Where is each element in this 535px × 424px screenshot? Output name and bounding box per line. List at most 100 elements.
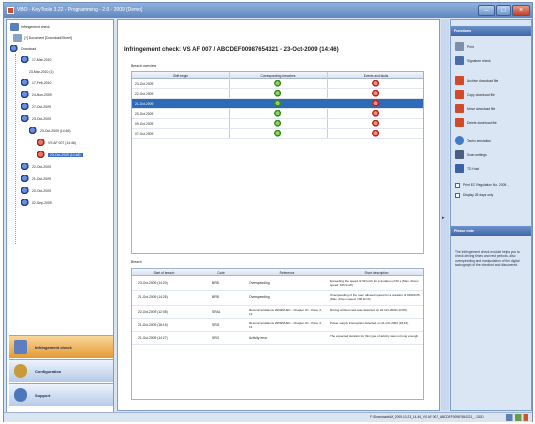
archive-icon (455, 76, 464, 85)
nav-support[interactable]: Support (9, 383, 113, 406)
table-row-selected[interactable]: 21-Oct-2009 (132, 99, 423, 109)
green-pin-icon[interactable] (274, 110, 282, 118)
column-header[interactable]: Shift begin (132, 74, 229, 78)
table-row[interactable]: 07-Oct-2009 (132, 129, 423, 139)
pin-icon (21, 115, 30, 123)
green-pin-icon[interactable] (274, 100, 282, 108)
nav-label: Infringement check (35, 345, 72, 350)
shift-date: 07-Oct-2009 (135, 132, 154, 136)
function-label: Archive download file (467, 79, 499, 83)
window-title: VBO - KeyTools 3.22 - Programming - 2.0 … (17, 7, 143, 13)
tree-item-label: 17-Feb-2010 (32, 81, 52, 85)
tree-item-label: 22-Oct-2009 (32, 165, 51, 169)
pin-icon (21, 91, 30, 99)
scan-icon (455, 150, 464, 159)
column-header[interactable]: Short description (328, 271, 425, 275)
signature-icon (455, 56, 464, 65)
breach-reference: Recommendations 2009/61/EC - Chapter 2C … (249, 321, 322, 329)
column-header[interactable]: Start of breach (132, 271, 196, 275)
application-window: VBO - KeyTools 3.22 - Programming - 2.0 … (3, 2, 533, 422)
breach-start: 23-Oct-2009 (14:20) (138, 281, 168, 285)
functions-panel: Functions Print Signature check Archive … (450, 19, 532, 411)
breach-code: SRI2 (212, 323, 220, 327)
red-pin-icon[interactable] (372, 80, 380, 88)
breach-code: BRB (212, 281, 219, 285)
breach-code: BRB (212, 295, 219, 299)
breach-start: 21-Oct-2009 (14:27) (138, 336, 168, 340)
column-header[interactable]: Code (196, 271, 246, 275)
table-row[interactable]: 21-Oct-2009 (14:28) BRB Overspeeding Ove… (132, 292, 423, 306)
red-pin-icon[interactable] (372, 90, 380, 98)
column-header[interactable]: Corresponding breaches (229, 74, 327, 78)
shift-date: 23-Oct-2009 (135, 82, 154, 86)
shift-date: 20-Oct-2009 (135, 112, 154, 116)
minimize-button[interactable]: – (478, 5, 495, 16)
copy-file-icon (455, 90, 464, 99)
breach-code: SRO (212, 336, 220, 340)
status-icons (506, 414, 528, 421)
table-row[interactable]: 09-Oct-2009 (132, 119, 423, 129)
red-pin-icon[interactable] (372, 130, 380, 138)
function-label: Tacho emulation (467, 139, 492, 143)
tree-item-label: 17-Mar-2010 (32, 58, 52, 62)
pin-icon (10, 45, 19, 53)
function-label: Signature check (467, 59, 491, 63)
pin-icon (37, 139, 46, 147)
breach-start: 21-Oct-2009 (18:16) (138, 323, 168, 327)
breach-description: Exceeding the speed of 90 km/h for a dur… (330, 279, 419, 287)
function-label: Scan settings (467, 153, 487, 157)
green-pin-icon[interactable] (274, 80, 282, 88)
green-pin-icon[interactable] (274, 130, 282, 138)
green-pin-icon[interactable] (274, 90, 282, 98)
red-pin-icon[interactable] (372, 120, 380, 128)
left-panel: Infringement check [?] Document [Downloa… (6, 19, 114, 415)
column-header[interactable]: Reference (246, 271, 328, 275)
table-row[interactable]: 23-Oct-2009 (14:20) BRB Overspeeding Exc… (132, 278, 423, 291)
breach-description: Overspeeding of the max. allowed speed f… (330, 293, 421, 301)
table-row[interactable]: 22-Oct-2009 (12:08) SRAL Recommendations… (132, 307, 423, 319)
tree-item-label: VS AF 007 (14:46) (48, 141, 76, 145)
close-button[interactable]: × (512, 5, 530, 16)
option-label: Display 28 days only (463, 193, 494, 197)
table-row[interactable]: 21-Oct-2009 (14:27) SRO Activity error T… (132, 333, 423, 345)
breach-description: The expected duration for this type of a… (330, 334, 419, 338)
red-pin-icon[interactable] (372, 100, 380, 108)
option-label: Print EC Regulation No. 2009... (463, 183, 509, 187)
red-pin-icon[interactable] (372, 110, 380, 118)
shift-date: 09-Oct-2009 (135, 122, 154, 126)
tree-card-label: [?] Document [Download\Sheet] (24, 36, 72, 40)
function-label: TD Host (467, 167, 480, 171)
table-row[interactable]: 20-Oct-2009 (132, 109, 423, 119)
panel-collapser[interactable]: ▸ (441, 19, 449, 411)
tree-item-label: 23-Oct-2009 (14:46) (48, 153, 83, 157)
maximize-button[interactable]: □ (496, 5, 511, 16)
nav-configuration[interactable]: Configuration (9, 359, 113, 382)
tree-root-label: Infringement check (21, 25, 50, 29)
pin-icon (21, 79, 30, 87)
table-row[interactable]: 22-Oct-2009 (132, 89, 423, 99)
table-row[interactable]: 21-Oct-2009 (18:16) SRI2 Recommendations… (132, 320, 423, 332)
title-bar: VBO - KeyTools 3.22 - Programming - 2.0 … (4, 3, 532, 18)
tree-connector (15, 54, 16, 244)
green-pin-icon[interactable] (274, 120, 282, 128)
tree-vehicle-label: Download (21, 47, 37, 51)
nav-infringement-check[interactable]: Infringement check (9, 335, 113, 358)
card-icon (13, 34, 22, 42)
main-content: Infringement check: VS AF 007 / ABCDEF00… (117, 19, 440, 411)
breach-description: Driving without card was detected on 22-… (330, 308, 408, 312)
delete-file-icon (455, 118, 464, 127)
tree-item-label: 21-Oct-2009 (32, 177, 51, 181)
tacho-icon (455, 136, 464, 145)
checkbox[interactable] (455, 193, 460, 198)
configuration-icon (14, 364, 27, 378)
status-bar: F:\Downloads\M_2009-10-23_14-46_VS AF 00… (4, 412, 532, 422)
breach-description: Power supply interruption detected on 21… (330, 321, 410, 325)
grid-header: Start of breach Code Reference Short des… (132, 269, 423, 276)
checkbox[interactable] (455, 183, 460, 188)
table-row[interactable]: 23-Oct-2009 (132, 79, 423, 89)
print-icon (455, 42, 464, 51)
breach-reference: Overspeeding (249, 281, 270, 285)
app-icon (7, 7, 14, 14)
collapse-arrow-icon[interactable]: ▸ (442, 215, 448, 221)
column-header[interactable]: Events and faults (327, 74, 425, 78)
